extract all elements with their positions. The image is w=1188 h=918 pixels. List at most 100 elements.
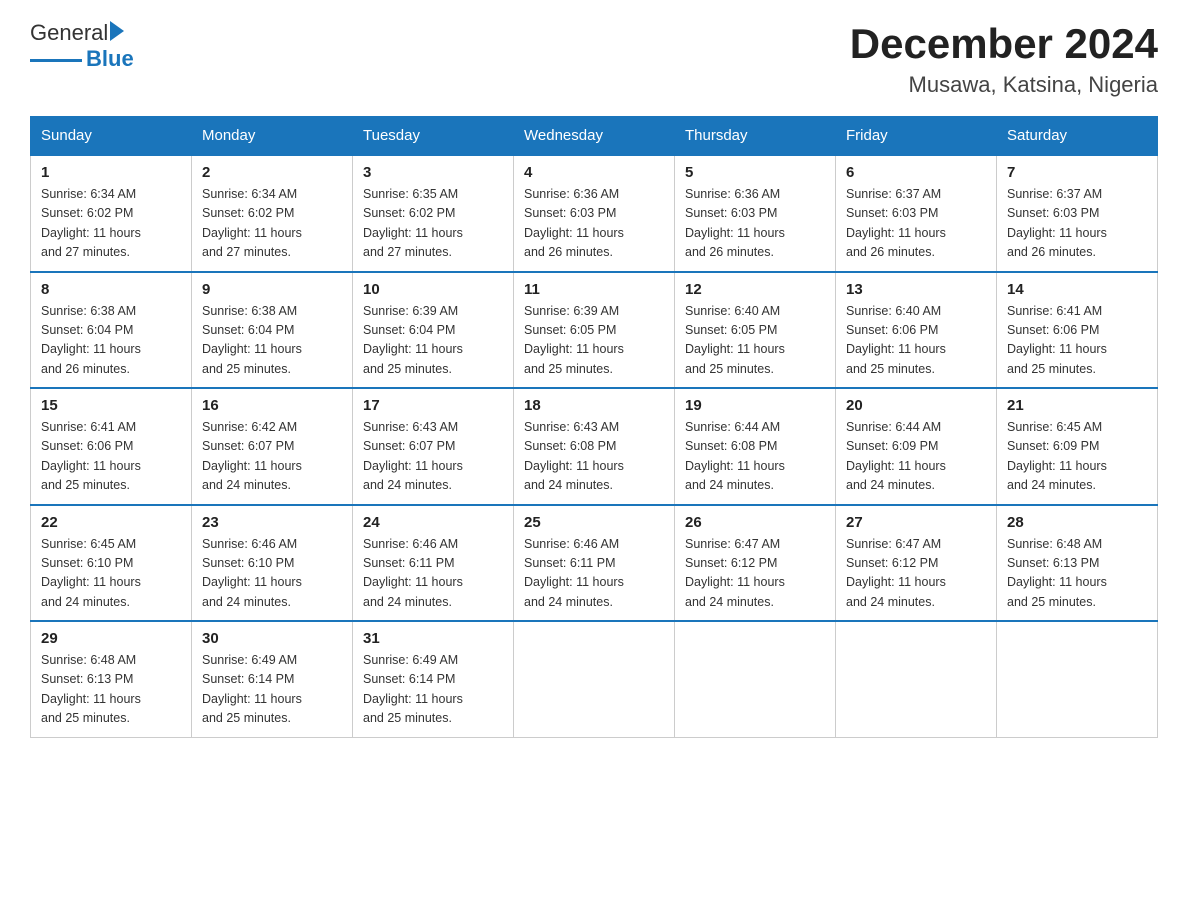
calendar-week-row: 15 Sunrise: 6:41 AMSunset: 6:06 PMDayligh… bbox=[31, 388, 1158, 505]
calendar-day-cell: 24 Sunrise: 6:46 AMSunset: 6:11 PMDayligh… bbox=[353, 505, 514, 622]
calendar-day-cell bbox=[836, 621, 997, 737]
day-info: Sunrise: 6:44 AMSunset: 6:09 PMDaylight:… bbox=[846, 418, 986, 496]
day-number: 24 bbox=[363, 514, 503, 531]
day-number: 15 bbox=[41, 397, 181, 414]
day-number: 22 bbox=[41, 514, 181, 531]
calendar-day-cell: 20 Sunrise: 6:44 AMSunset: 6:09 PMDayligh… bbox=[836, 388, 997, 505]
calendar-day-cell: 21Sunrise: 6:45 AMSunset: 6:09 PMDayligh… bbox=[997, 388, 1158, 505]
day-info: Sunrise: 6:43 AMSunset: 6:08 PMDaylight:… bbox=[524, 418, 664, 496]
calendar-day-cell: 9Sunrise: 6:38 AMSunset: 6:04 PMDaylight… bbox=[192, 272, 353, 389]
logo-blue-text: Blue bbox=[86, 46, 134, 72]
calendar-day-cell: 23 Sunrise: 6:46 AMSunset: 6:10 PMDayligh… bbox=[192, 505, 353, 622]
day-info: Sunrise: 6:49 AMSunset: 6:14 PMDaylight:… bbox=[363, 651, 503, 729]
day-number: 2 bbox=[202, 164, 342, 181]
weekday-header-monday: Monday bbox=[192, 117, 353, 156]
day-info: Sunrise: 6:39 AMSunset: 6:04 PMDaylight:… bbox=[363, 302, 503, 380]
calendar-table: SundayMondayTuesdayWednesdayThursdayFrid… bbox=[30, 116, 1158, 738]
logo: General Blue bbox=[30, 20, 134, 72]
calendar-day-cell: 8 Sunrise: 6:38 AMSunset: 6:04 PMDaylight… bbox=[31, 272, 192, 389]
calendar-day-cell: 26Sunrise: 6:47 AMSunset: 6:12 PMDayligh… bbox=[675, 505, 836, 622]
day-info: Sunrise: 6:46 AMSunset: 6:10 PMDaylight:… bbox=[202, 535, 342, 613]
calendar-day-cell: 31 Sunrise: 6:49 AMSunset: 6:14 PMDayligh… bbox=[353, 621, 514, 737]
day-info: Sunrise: 6:46 AMSunset: 6:11 PMDaylight:… bbox=[363, 535, 503, 613]
day-number: 8 bbox=[41, 281, 181, 298]
logo-triangle-icon bbox=[110, 21, 124, 41]
logo-general-text: General bbox=[30, 20, 108, 46]
day-number: 12 bbox=[685, 281, 825, 298]
logo-line bbox=[30, 59, 82, 62]
day-number: 7 bbox=[1007, 164, 1147, 181]
calendar-day-cell bbox=[675, 621, 836, 737]
day-info: Sunrise: 6:41 AMSunset: 6:06 PMDaylight:… bbox=[1007, 302, 1147, 380]
calendar-day-cell: 16 Sunrise: 6:42 AMSunset: 6:07 PMDayligh… bbox=[192, 388, 353, 505]
day-info: Sunrise: 6:48 AMSunset: 6:13 PMDaylight:… bbox=[41, 651, 181, 729]
day-info: Sunrise: 6:49 AMSunset: 6:14 PMDaylight:… bbox=[202, 651, 342, 729]
calendar-day-cell: 7 Sunrise: 6:37 AMSunset: 6:03 PMDaylight… bbox=[997, 155, 1158, 272]
calendar-day-cell: 11Sunrise: 6:39 AMSunset: 6:05 PMDayligh… bbox=[514, 272, 675, 389]
day-number: 10 bbox=[363, 281, 503, 298]
day-info: Sunrise: 6:38 AMSunset: 6:04 PMDaylight:… bbox=[41, 302, 181, 380]
day-info: Sunrise: 6:45 AMSunset: 6:10 PMDaylight:… bbox=[41, 535, 181, 613]
day-number: 30 bbox=[202, 630, 342, 647]
day-number: 1 bbox=[41, 164, 181, 181]
day-number: 4 bbox=[524, 164, 664, 181]
day-number: 23 bbox=[202, 514, 342, 531]
calendar-day-cell bbox=[997, 621, 1158, 737]
calendar-day-cell: 17 Sunrise: 6:43 AMSunset: 6:07 PMDayligh… bbox=[353, 388, 514, 505]
day-info: Sunrise: 6:42 AMSunset: 6:07 PMDaylight:… bbox=[202, 418, 342, 496]
calendar-week-row: 29Sunrise: 6:48 AMSunset: 6:13 PMDayligh… bbox=[31, 621, 1158, 737]
calendar-day-cell: 22 Sunrise: 6:45 AMSunset: 6:10 PMDayligh… bbox=[31, 505, 192, 622]
day-number: 26 bbox=[685, 514, 825, 531]
calendar-day-cell: 28 Sunrise: 6:48 AMSunset: 6:13 PMDayligh… bbox=[997, 505, 1158, 622]
day-info: Sunrise: 6:35 AMSunset: 6:02 PMDaylight:… bbox=[363, 185, 503, 263]
day-info: Sunrise: 6:37 AMSunset: 6:03 PMDaylight:… bbox=[846, 185, 986, 263]
day-number: 14 bbox=[1007, 281, 1147, 298]
day-number: 6 bbox=[846, 164, 986, 181]
day-info: Sunrise: 6:34 AMSunset: 6:02 PMDaylight:… bbox=[41, 185, 181, 263]
calendar-location: Musawa, Katsina, Nigeria bbox=[850, 72, 1158, 98]
calendar-day-cell: 12Sunrise: 6:40 AMSunset: 6:05 PMDayligh… bbox=[675, 272, 836, 389]
day-number: 3 bbox=[363, 164, 503, 181]
calendar-day-cell: 2Sunrise: 6:34 AMSunset: 6:02 PMDaylight… bbox=[192, 155, 353, 272]
day-info: Sunrise: 6:43 AMSunset: 6:07 PMDaylight:… bbox=[363, 418, 503, 496]
day-number: 20 bbox=[846, 397, 986, 414]
day-number: 5 bbox=[685, 164, 825, 181]
weekday-header-sunday: Sunday bbox=[31, 117, 192, 156]
calendar-header-row: SundayMondayTuesdayWednesdayThursdayFrid… bbox=[31, 117, 1158, 156]
calendar-day-cell: 27 Sunrise: 6:47 AMSunset: 6:12 PMDayligh… bbox=[836, 505, 997, 622]
day-number: 25 bbox=[524, 514, 664, 531]
day-number: 17 bbox=[363, 397, 503, 414]
weekday-header-saturday: Saturday bbox=[997, 117, 1158, 156]
calendar-day-cell bbox=[514, 621, 675, 737]
calendar-day-cell: 29Sunrise: 6:48 AMSunset: 6:13 PMDayligh… bbox=[31, 621, 192, 737]
day-number: 16 bbox=[202, 397, 342, 414]
day-info: Sunrise: 6:37 AMSunset: 6:03 PMDaylight:… bbox=[1007, 185, 1147, 263]
day-number: 18 bbox=[524, 397, 664, 414]
calendar-day-cell: 13Sunrise: 6:40 AMSunset: 6:06 PMDayligh… bbox=[836, 272, 997, 389]
page-header: General Blue December 2024 Musawa, Katsi… bbox=[30, 20, 1158, 98]
day-number: 28 bbox=[1007, 514, 1147, 531]
calendar-month-year: December 2024 bbox=[850, 20, 1158, 68]
calendar-week-row: 8 Sunrise: 6:38 AMSunset: 6:04 PMDaylight… bbox=[31, 272, 1158, 389]
calendar-day-cell: 19Sunrise: 6:44 AMSunset: 6:08 PMDayligh… bbox=[675, 388, 836, 505]
calendar-day-cell: 25Sunrise: 6:46 AMSunset: 6:11 PMDayligh… bbox=[514, 505, 675, 622]
calendar-day-cell: 4Sunrise: 6:36 AMSunset: 6:03 PMDaylight… bbox=[514, 155, 675, 272]
day-info: Sunrise: 6:45 AMSunset: 6:09 PMDaylight:… bbox=[1007, 418, 1147, 496]
day-number: 31 bbox=[363, 630, 503, 647]
calendar-day-cell: 18 Sunrise: 6:43 AMSunset: 6:08 PMDayligh… bbox=[514, 388, 675, 505]
calendar-week-row: 22 Sunrise: 6:45 AMSunset: 6:10 PMDayligh… bbox=[31, 505, 1158, 622]
day-info: Sunrise: 6:48 AMSunset: 6:13 PMDaylight:… bbox=[1007, 535, 1147, 613]
weekday-header-thursday: Thursday bbox=[675, 117, 836, 156]
day-number: 27 bbox=[846, 514, 986, 531]
calendar-week-row: 1 Sunrise: 6:34 AMSunset: 6:02 PMDaylight… bbox=[31, 155, 1158, 272]
calendar-day-cell: 3 Sunrise: 6:35 AMSunset: 6:02 PMDaylight… bbox=[353, 155, 514, 272]
calendar-day-cell: 10 Sunrise: 6:39 AMSunset: 6:04 PMDayligh… bbox=[353, 272, 514, 389]
day-info: Sunrise: 6:41 AMSunset: 6:06 PMDaylight:… bbox=[41, 418, 181, 496]
day-info: Sunrise: 6:47 AMSunset: 6:12 PMDaylight:… bbox=[846, 535, 986, 613]
day-number: 11 bbox=[524, 281, 664, 298]
day-info: Sunrise: 6:36 AMSunset: 6:03 PMDaylight:… bbox=[685, 185, 825, 263]
calendar-day-cell: 1 Sunrise: 6:34 AMSunset: 6:02 PMDaylight… bbox=[31, 155, 192, 272]
day-info: Sunrise: 6:40 AMSunset: 6:06 PMDaylight:… bbox=[846, 302, 986, 380]
weekday-header-friday: Friday bbox=[836, 117, 997, 156]
weekday-header-tuesday: Tuesday bbox=[353, 117, 514, 156]
